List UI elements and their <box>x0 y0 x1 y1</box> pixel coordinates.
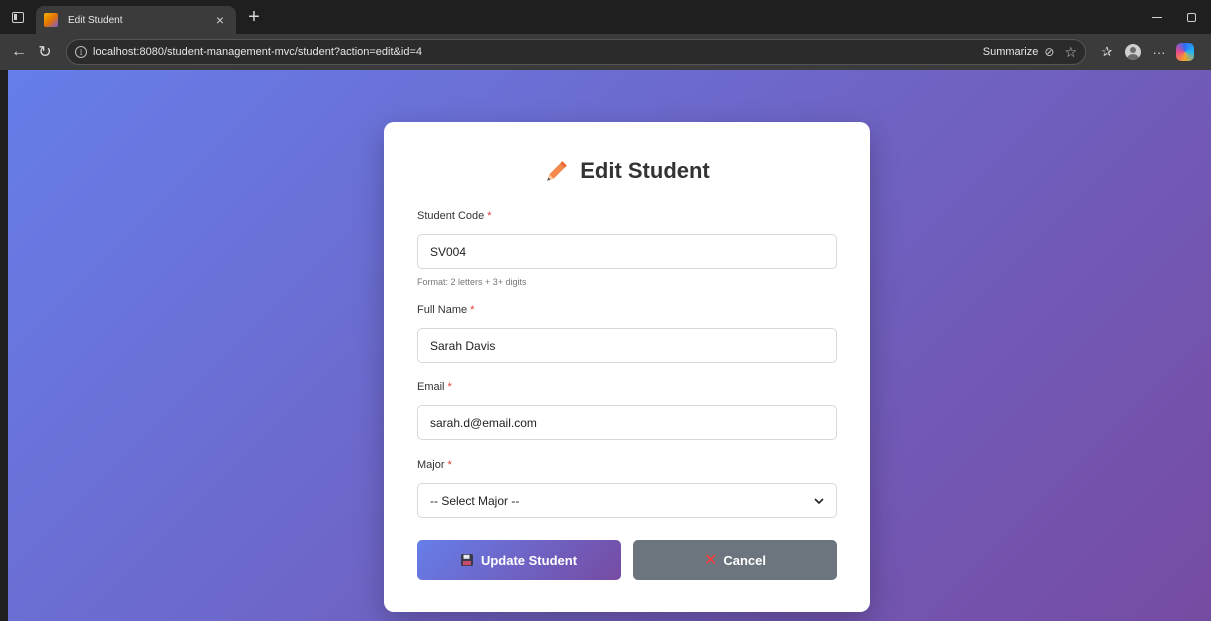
full-name-group: Full Name * Sarah Davis <box>417 304 837 363</box>
workspaces-icon <box>12 11 24 23</box>
email-group: Email * sarah.d@email.com <box>417 381 837 440</box>
profile-button[interactable] <box>1120 39 1146 65</box>
email-value: sarah.d@email.com <box>430 415 537 430</box>
email-label: Email * <box>417 381 837 395</box>
student-code-group: Student Code * SV004 Format: 2 letters + … <box>417 210 837 287</box>
full-name-input[interactable]: Sarah Davis <box>417 328 837 363</box>
required-mark: * <box>447 381 452 393</box>
email-input[interactable]: sarah.d@email.com <box>417 405 837 440</box>
copilot-icon <box>1176 43 1194 61</box>
required-mark: * <box>447 459 452 471</box>
required-mark: * <box>470 304 475 316</box>
minimize-icon <box>1152 16 1162 18</box>
new-tab-button[interactable]: + <box>240 0 268 34</box>
more-icon: ··· <box>1152 44 1166 60</box>
edit-student-card: Edit Student Student Code * SV004 Format:… <box>384 122 870 612</box>
student-code-label-text: Student Code <box>417 210 485 222</box>
address-bar[interactable]: i localhost:8080/student-management-mvc/… <box>66 39 1086 65</box>
major-selected-value: -- Select Major -- <box>430 493 520 508</box>
tab-close-icon[interactable]: × <box>212 12 228 28</box>
back-arrow-icon: ← <box>11 43 27 60</box>
favorites-icon: ✰ <box>1101 44 1113 59</box>
tab-title: Edit Student <box>68 14 123 26</box>
pencil-icon <box>547 161 567 181</box>
cancel-x-icon: ✕ <box>703 552 718 569</box>
student-code-label: Student Code * <box>417 210 837 224</box>
student-code-value: SV004 <box>430 244 467 259</box>
cancel-label: Cancel <box>723 552 767 568</box>
summarize-button[interactable]: Summarize <box>983 46 1039 58</box>
update-student-button[interactable]: Update Student <box>417 540 621 580</box>
page-viewport: Edit Student Student Code * SV004 Format:… <box>8 70 1211 621</box>
site-info-icon[interactable]: i <box>75 46 87 58</box>
restore-icon <box>1186 12 1196 22</box>
chevron-down-icon <box>814 497 824 504</box>
workspaces-button[interactable] <box>0 0 36 34</box>
student-code-hint: Format: 2 letters + 3+ digits <box>417 277 527 287</box>
refresh-icon: ↻ <box>38 44 52 61</box>
major-select[interactable]: -- Select Major -- <box>417 483 837 518</box>
browser-tab-strip: Edit Student × + <box>0 0 1211 34</box>
summarize-icon[interactable]: ⊘ <box>1044 45 1054 59</box>
more-menu-button[interactable]: ··· <box>1146 39 1172 65</box>
email-label-text: Email <box>417 381 445 393</box>
copilot-button[interactable] <box>1172 39 1198 65</box>
back-button[interactable]: ← <box>6 39 32 65</box>
url-text[interactable]: localhost:8080/student-management-mvc/st… <box>93 46 983 58</box>
major-group: Major * -- Select Major -- <box>417 459 837 518</box>
page-title: Edit Student <box>384 158 870 184</box>
page-title-text: Edit Student <box>580 158 710 183</box>
favorite-star-icon[interactable]: ☆ <box>1064 44 1077 61</box>
browser-toolbar: ← ↻ i localhost:8080/student-management-… <box>0 34 1211 70</box>
floppy-disk-icon <box>460 554 473 566</box>
required-mark: * <box>487 210 492 222</box>
refresh-button[interactable]: ↻ <box>32 39 58 65</box>
full-name-value: Sarah Davis <box>430 338 496 353</box>
favicon-icon <box>44 13 58 27</box>
favorites-button[interactable]: ✰ <box>1094 39 1120 65</box>
student-code-input[interactable]: SV004 <box>417 234 837 269</box>
full-name-label-text: Full Name <box>417 304 468 316</box>
major-label: Major * <box>417 459 837 473</box>
full-name-label: Full Name * <box>417 304 837 318</box>
browser-tab-active[interactable]: Edit Student × <box>36 6 236 34</box>
update-student-label: Update Student <box>480 552 578 568</box>
major-label-text: Major <box>417 459 445 471</box>
cancel-button[interactable]: ✕ Cancel <box>633 540 837 580</box>
restore-button[interactable] <box>1171 0 1211 34</box>
profile-avatar-icon <box>1125 44 1141 60</box>
